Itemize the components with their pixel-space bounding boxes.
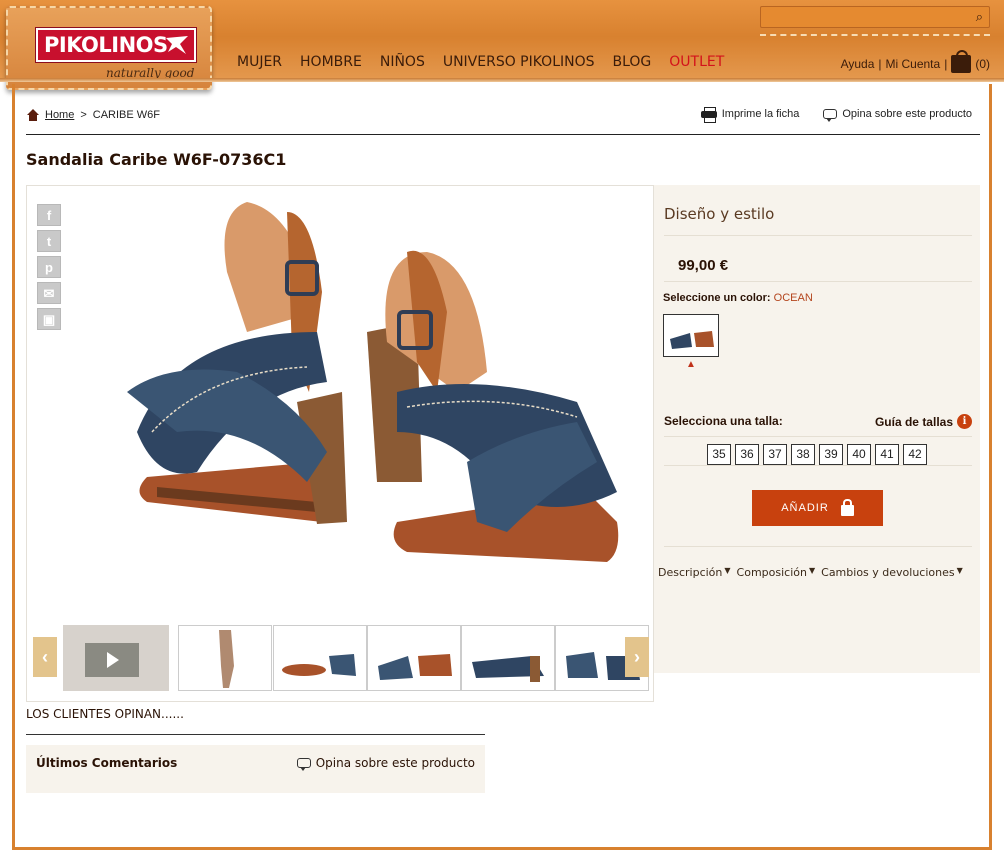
cart-icon[interactable] xyxy=(951,50,972,73)
reviews-heading: LOS CLIENTES OPINAN...... xyxy=(26,707,184,721)
comment-icon xyxy=(823,109,838,122)
nav-mujer[interactable]: MUJER xyxy=(237,54,282,70)
logo-text: PIKOLINOS xyxy=(44,33,168,57)
size-option[interactable]: 38 xyxy=(791,444,815,465)
home-icon xyxy=(27,109,39,121)
review-label: Opina sobre este producto xyxy=(842,108,972,120)
video-thumbnail[interactable] xyxy=(63,625,169,691)
breadcrumb-separator: > xyxy=(80,109,87,121)
bird-icon xyxy=(166,36,188,54)
search-input[interactable]: ⌕ xyxy=(760,6,990,28)
pinterest-icon[interactable]: p xyxy=(37,256,61,278)
price: 99,00 € xyxy=(678,257,729,274)
size-option[interactable]: 35 xyxy=(707,444,731,465)
size-label: Selecciona una talla: xyxy=(664,414,783,428)
email-icon[interactable]: ✉ xyxy=(37,282,61,304)
size-option[interactable]: 39 xyxy=(819,444,843,465)
thumbnail[interactable] xyxy=(367,625,461,691)
comments-bar: Últimos Comentarios Opina sobre este pro… xyxy=(26,745,485,793)
product-tools: Imprime la ficha Opina sobre este produc… xyxy=(700,107,972,123)
size-guide-link[interactable]: Guía de tallas i xyxy=(875,414,972,429)
thumbnail[interactable] xyxy=(273,625,367,691)
page-title: Sandalia Caribe W6F-0736C1 xyxy=(26,150,287,169)
review-button[interactable]: Opina sobre este producto xyxy=(823,108,972,122)
divider xyxy=(664,436,972,437)
nav-outlet[interactable]: OUTLET xyxy=(669,54,724,70)
utility-links: Ayuda | Mi Cuenta | (0) xyxy=(841,50,990,73)
tab-composition[interactable]: Composición xyxy=(737,566,816,579)
selected-indicator-icon: ▲ xyxy=(686,359,696,370)
size-option[interactable]: 41 xyxy=(875,444,899,465)
divider xyxy=(664,235,972,236)
logo[interactable]: PIKOLINOS xyxy=(36,28,196,62)
divider xyxy=(664,546,972,547)
breadcrumb-home[interactable]: Home xyxy=(45,109,74,121)
twitter-icon[interactable]: t xyxy=(37,230,61,252)
print-button[interactable]: Imprime la ficha xyxy=(700,107,800,123)
size-option[interactable]: 40 xyxy=(847,444,871,465)
product-image[interactable] xyxy=(77,192,637,592)
divider xyxy=(26,734,485,735)
add-to-cart-button[interactable]: AÑADIR xyxy=(752,490,883,526)
main-nav: MUJER HOMBRE NIÑOS UNIVERSO PIKOLINOS BL… xyxy=(237,54,724,70)
share-bar: f t p ✉ ▣ xyxy=(37,204,61,330)
size-option[interactable]: 37 xyxy=(763,444,787,465)
nav-hombre[interactable]: HOMBRE xyxy=(300,54,362,70)
printer-icon xyxy=(700,107,717,123)
info-icon: i xyxy=(957,414,972,429)
thumbnail[interactable] xyxy=(178,625,272,691)
write-review-label: Opina sobre este producto xyxy=(315,756,475,770)
color-value: OCEAN xyxy=(773,292,813,304)
divider xyxy=(664,281,972,282)
color-label-text: Seleccione un color: xyxy=(663,292,771,304)
size-option[interactable]: 36 xyxy=(735,444,759,465)
product-options: Diseño y estilo 99,00 € Seleccione un co… xyxy=(654,185,980,673)
play-icon xyxy=(85,643,139,677)
tab-returns[interactable]: Cambios y devoluciones xyxy=(821,566,963,579)
thumbnail-strip: ‹ › xyxy=(33,623,649,691)
size-option[interactable]: 42 xyxy=(903,444,927,465)
logo-tag[interactable]: PIKOLINOS naturally good xyxy=(6,6,212,90)
nav-universo[interactable]: UNIVERSO PIKOLINOS xyxy=(443,54,595,70)
separator: | xyxy=(878,57,882,71)
help-link[interactable]: Ayuda xyxy=(841,57,875,71)
site-header: PIKOLINOS naturally good MUJER HOMBRE NI… xyxy=(0,0,1004,90)
lock-icon xyxy=(840,498,854,516)
nav-blog[interactable]: BLOG xyxy=(613,54,652,70)
separator: | xyxy=(944,57,948,71)
write-review-button[interactable]: Opina sobre este producto xyxy=(296,756,475,771)
divider xyxy=(26,134,980,135)
comment-icon xyxy=(296,758,311,771)
add-to-cart-label: AÑADIR xyxy=(781,502,829,514)
chevron-right-icon[interactable]: › xyxy=(625,637,649,677)
print-label: Imprime la ficha xyxy=(721,108,800,120)
search-underline xyxy=(760,34,990,36)
size-guide-label: Guía de tallas xyxy=(874,414,953,429)
latest-comments-label: Últimos Comentarios xyxy=(36,756,178,770)
color-label: Seleccione un color: OCEAN xyxy=(663,292,813,304)
section-heading: Diseño y estilo xyxy=(664,205,775,223)
tab-description[interactable]: Descripción xyxy=(658,566,731,579)
divider xyxy=(664,465,972,466)
chevron-left-icon[interactable]: ‹ xyxy=(33,637,57,677)
product-gallery: f t p ✉ ▣ ‹ › xyxy=(26,185,654,702)
cart-count[interactable]: (0) xyxy=(975,57,990,71)
color-swatch-ocean[interactable] xyxy=(663,314,719,357)
search-icon[interactable]: ⌕ xyxy=(976,9,983,25)
nav-ninos[interactable]: NIÑOS xyxy=(380,54,425,70)
breadcrumb-current: CARIBE W6F xyxy=(92,109,161,121)
thumbnail[interactable] xyxy=(461,625,555,691)
account-link[interactable]: Mi Cuenta xyxy=(886,57,941,71)
logo-tagline: naturally good xyxy=(106,66,195,80)
gift-icon[interactable]: ▣ xyxy=(37,308,61,330)
size-selector: 35 36 37 38 39 40 41 42 xyxy=(707,444,927,465)
facebook-icon[interactable]: f xyxy=(37,204,61,226)
breadcrumb: Home > CARIBE W6F xyxy=(27,109,160,121)
product-tabs: Descripción Composición Cambios y devolu… xyxy=(658,566,963,579)
